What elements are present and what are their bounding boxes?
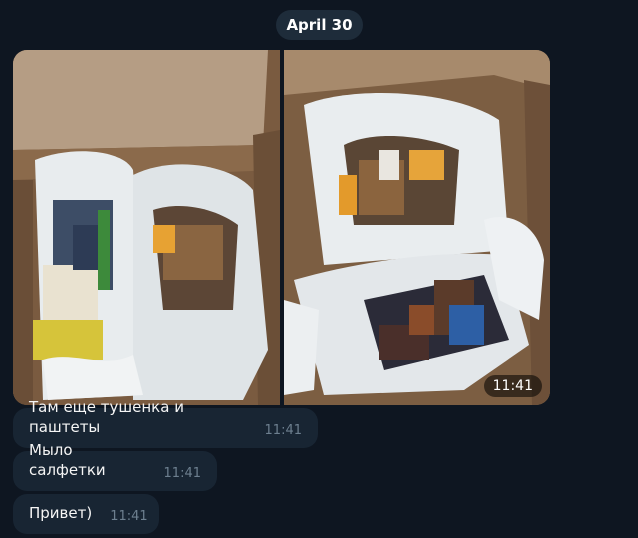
message-text: Привет)	[29, 504, 93, 522]
album-timestamp: 11:41	[483, 375, 542, 397]
photo-album[interactable]: 11:41	[13, 50, 550, 405]
message-time: 11:41	[264, 423, 302, 438]
date-separator: April 30	[276, 10, 363, 40]
photo-1[interactable]	[13, 50, 280, 405]
groceries-box-photo-icon	[13, 50, 280, 405]
message-time: 11:41	[110, 509, 148, 524]
groceries-box-photo-icon	[284, 50, 550, 405]
message-bubble[interactable]: Привет) 11:41	[13, 494, 159, 534]
message-time: 11:41	[163, 466, 201, 481]
photo-2[interactable]: 11:41	[284, 50, 550, 405]
message-bubble[interactable]: Мыло салфетки 11:41	[13, 441, 217, 491]
message-text: Мыло салфетки	[29, 441, 106, 479]
